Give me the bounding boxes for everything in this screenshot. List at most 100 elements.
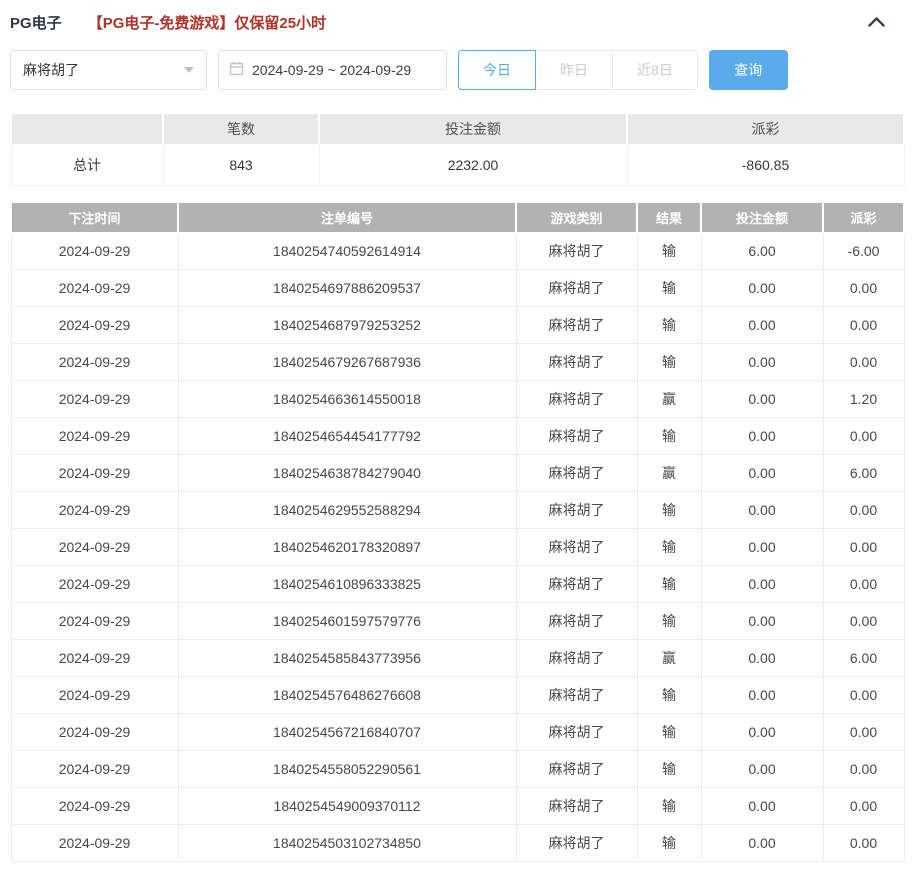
result-cell: 输 <box>637 529 701 566</box>
payout-cell: 0.00 <box>823 825 904 862</box>
quick-button-last8days[interactable]: 近8日 <box>612 50 698 90</box>
result-cell: 输 <box>637 825 701 862</box>
result-cell: 输 <box>637 307 701 344</box>
collapse-button[interactable] <box>866 15 887 29</box>
summary-total-label: 总计 <box>11 145 163 185</box>
result-cell: 输 <box>637 677 701 714</box>
col-header-result: 结果 <box>637 202 701 233</box>
table-row: 2024-09-29 1840254697886209537 麻将胡了 输 0.… <box>11 270 904 307</box>
payout-cell: 0.00 <box>823 270 904 307</box>
summary-total-row: 总计 843 2232.00 -860.85 <box>11 145 904 185</box>
chevron-up-icon <box>868 15 885 30</box>
bet-time-cell: 2024-09-29 <box>11 603 178 640</box>
game-select-value: 麻将胡了 <box>23 60 79 80</box>
table-row: 2024-09-29 1840254610896333825 麻将胡了 输 0.… <box>11 566 904 603</box>
col-header-bet-id: 注单编号 <box>178 202 516 233</box>
quick-button-yesterday[interactable]: 昨日 <box>535 50 613 90</box>
panel-header: PG电子 【PG电子-免费游戏】仅保留25小时 <box>10 10 905 34</box>
bet-id-cell: 1840254687979253252 <box>178 307 516 344</box>
summary-col-payout: 派彩 <box>627 113 904 145</box>
provider-title: PG电子 <box>10 12 62 33</box>
bet-id-cell: 1840254567216840707 <box>178 714 516 751</box>
bet-amount-cell: 0.00 <box>701 603 823 640</box>
bet-time-cell: 2024-09-29 <box>11 381 178 418</box>
payout-cell: 0.00 <box>823 492 904 529</box>
table-row: 2024-09-29 1840254679267687936 麻将胡了 输 0.… <box>11 344 904 381</box>
payout-cell: 1.20 <box>823 381 904 418</box>
date-range-input[interactable]: 2024-09-29 ~ 2024-09-29 <box>218 50 447 90</box>
game-type-cell: 麻将胡了 <box>516 381 637 418</box>
game-type-cell: 麻将胡了 <box>516 233 637 270</box>
game-type-cell: 麻将胡了 <box>516 344 637 381</box>
summary-count-value: 843 <box>163 145 319 185</box>
bet-id-cell: 1840254679267687936 <box>178 344 516 381</box>
bet-id-cell: 1840254576486276608 <box>178 677 516 714</box>
bet-id-cell: 1840254620178320897 <box>178 529 516 566</box>
bet-amount-cell: 0.00 <box>701 751 823 788</box>
bet-amount-cell: 0.00 <box>701 270 823 307</box>
bet-time-cell: 2024-09-29 <box>11 455 178 492</box>
bet-amount-cell: 0.00 <box>701 418 823 455</box>
bet-time-cell: 2024-09-29 <box>11 233 178 270</box>
payout-cell: 0.00 <box>823 344 904 381</box>
summary-bet-amount-value: 2232.00 <box>319 145 627 185</box>
bet-id-cell: 1840254610896333825 <box>178 566 516 603</box>
summary-header-row: 笔数 投注金额 派彩 <box>11 113 904 145</box>
bet-id-cell: 1840254663614550018 <box>178 381 516 418</box>
game-type-cell: 麻将胡了 <box>516 714 637 751</box>
bet-id-cell: 1840254549009370112 <box>178 788 516 825</box>
filter-bar: 麻将胡了 2024-09-29 ~ 2024-09-29 今日 昨日 近8日 查… <box>10 50 905 90</box>
bet-time-cell: 2024-09-29 <box>11 751 178 788</box>
bet-time-cell: 2024-09-29 <box>11 566 178 603</box>
result-cell: 输 <box>637 418 701 455</box>
bet-amount-cell: 0.00 <box>701 714 823 751</box>
game-type-cell: 麻将胡了 <box>516 270 637 307</box>
promo-notice: 【PG电子-免费游戏】仅保留25小时 <box>88 12 326 33</box>
result-cell: 输 <box>637 233 701 270</box>
payout-cell: -6.00 <box>823 233 904 270</box>
summary-table: 笔数 投注金额 派彩 总计 843 2232.00 -860.85 <box>10 112 905 186</box>
summary-col-bet-amount: 投注金额 <box>319 113 627 145</box>
payout-cell: 6.00 <box>823 640 904 677</box>
bet-amount-cell: 0.00 <box>701 640 823 677</box>
bet-time-cell: 2024-09-29 <box>11 344 178 381</box>
table-row: 2024-09-29 1840254567216840707 麻将胡了 输 0.… <box>11 714 904 751</box>
payout-cell: 0.00 <box>823 418 904 455</box>
result-cell: 输 <box>637 788 701 825</box>
bet-id-cell: 1840254558052290561 <box>178 751 516 788</box>
search-button[interactable]: 查询 <box>709 50 788 90</box>
quick-range-group: 今日 昨日 近8日 <box>458 50 698 90</box>
result-cell: 输 <box>637 270 701 307</box>
table-row: 2024-09-29 1840254503102734850 麻将胡了 输 0.… <box>11 825 904 862</box>
game-type-cell: 麻将胡了 <box>516 307 637 344</box>
game-type-cell: 麻将胡了 <box>516 677 637 714</box>
table-row: 2024-09-29 1840254558052290561 麻将胡了 输 0.… <box>11 751 904 788</box>
table-row: 2024-09-29 1840254687979253252 麻将胡了 输 0.… <box>11 307 904 344</box>
table-row: 2024-09-29 1840254620178320897 麻将胡了 输 0.… <box>11 529 904 566</box>
bet-id-cell: 1840254601597579776 <box>178 603 516 640</box>
quick-button-today[interactable]: 今日 <box>458 50 536 90</box>
game-select[interactable]: 麻将胡了 <box>10 50 207 90</box>
bet-time-cell: 2024-09-29 <box>11 492 178 529</box>
game-type-cell: 麻将胡了 <box>516 418 637 455</box>
bet-time-cell: 2024-09-29 <box>11 640 178 677</box>
col-header-bet-amount: 投注金额 <box>701 202 823 233</box>
bet-amount-cell: 0.00 <box>701 677 823 714</box>
result-cell: 输 <box>637 492 701 529</box>
result-cell: 输 <box>637 566 701 603</box>
bet-id-cell: 1840254654454177792 <box>178 418 516 455</box>
table-row: 2024-09-29 1840254663614550018 麻将胡了 赢 0.… <box>11 381 904 418</box>
table-row: 2024-09-29 1840254638784279040 麻将胡了 赢 0.… <box>11 455 904 492</box>
col-header-payout: 派彩 <box>823 202 904 233</box>
payout-cell: 0.00 <box>823 714 904 751</box>
game-type-cell: 麻将胡了 <box>516 529 637 566</box>
payout-cell: 0.00 <box>823 603 904 640</box>
betting-records-panel: PG电子 【PG电子-免费游戏】仅保留25小时 麻将胡了 2024-09-29 … <box>0 0 915 862</box>
bet-id-cell: 1840254697886209537 <box>178 270 516 307</box>
bet-time-cell: 2024-09-29 <box>11 788 178 825</box>
bet-amount-cell: 0.00 <box>701 455 823 492</box>
table-row: 2024-09-29 1840254576486276608 麻将胡了 输 0.… <box>11 677 904 714</box>
game-type-cell: 麻将胡了 <box>516 788 637 825</box>
bet-amount-cell: 0.00 <box>701 344 823 381</box>
result-cell: 输 <box>637 751 701 788</box>
